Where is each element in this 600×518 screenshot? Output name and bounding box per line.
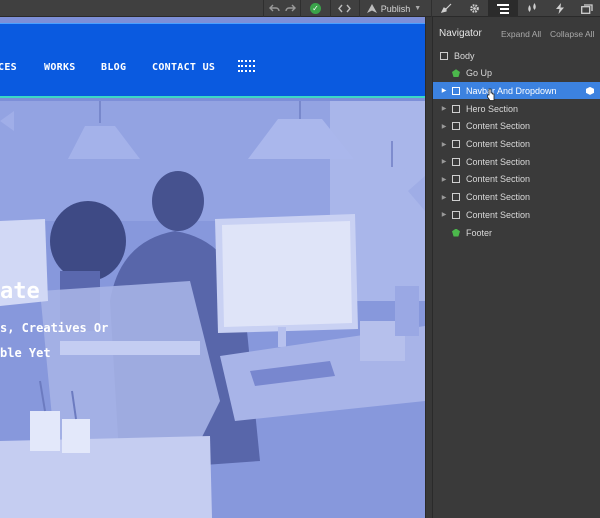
navigator-icon[interactable] <box>488 0 518 17</box>
publish-label: Publish <box>380 3 411 14</box>
hero-subtitle-line-1: s, Creatives Or <box>0 321 109 335</box>
tree-item-label: Content Section <box>466 121 531 132</box>
expand-caret-icon[interactable]: ▶ <box>440 105 448 112</box>
chevron-down-icon: ▼ <box>414 5 422 12</box>
expand-caret-icon[interactable]: ▶ <box>440 141 448 148</box>
navigator-header: Navigator Expand All Collapse All <box>433 17 600 47</box>
top-toolbar: ✓ Publish ▼ <box>0 0 600 17</box>
expand-caret-icon[interactable]: ▶ <box>440 176 448 183</box>
gear-icon[interactable] <box>460 0 488 17</box>
element-box-icon <box>452 175 460 184</box>
expand-caret-icon[interactable]: ▶ <box>440 211 448 218</box>
tree-item-label: Content Section <box>466 156 531 167</box>
element-box-icon <box>452 122 460 131</box>
element-box-icon <box>452 104 460 113</box>
site-navbar[interactable]: CES WORKS BLOG CONTACT US <box>0 23 425 98</box>
code-icon[interactable] <box>331 0 358 17</box>
hamburger-menu-icon[interactable] <box>238 60 255 73</box>
redo-icon[interactable] <box>282 0 298 17</box>
toolbar-separator <box>263 0 264 17</box>
toolbar-separator <box>359 0 360 17</box>
tree-item-content-section[interactable]: ▶ Content Section <box>433 189 600 206</box>
symbol-icon <box>452 69 460 77</box>
tree-item-content-section[interactable]: ▶ Content Section <box>433 153 600 170</box>
panel-title: Navigator <box>439 28 482 39</box>
hero-heading: ate <box>0 279 40 304</box>
tree-item-label: Content Section <box>466 139 531 149</box>
tree-item-label: Content Section <box>466 174 531 185</box>
drops-icon[interactable] <box>518 0 546 17</box>
expand-caret-icon[interactable]: ▶ <box>440 194 448 201</box>
tree-item-label: Content Section <box>466 192 531 203</box>
panel-resize-handle[interactable] <box>425 17 433 518</box>
hero-section[interactable]: ate s, Creatives Or ble Yet <box>0 101 425 518</box>
tree-item-body[interactable]: Body <box>433 47 600 64</box>
tree-item-label: Body <box>454 50 475 61</box>
element-box-icon <box>440 51 448 60</box>
brush-icon[interactable] <box>432 0 460 17</box>
expand-caret-icon[interactable]: ▶ <box>440 158 448 165</box>
component-cube-icon <box>586 86 594 95</box>
hero-background-image <box>0 101 425 518</box>
expand-all-button[interactable]: Expand All <box>501 29 541 39</box>
undo-icon[interactable] <box>266 0 282 17</box>
tree-item-label: Footer <box>466 227 493 238</box>
status-button[interactable]: ✓ <box>302 0 329 17</box>
symbol-icon <box>452 229 460 237</box>
hero-subtitle-line-2: ble Yet <box>0 346 51 360</box>
design-canvas[interactable]: CES WORKS BLOG CONTACT US ate s, Creativ… <box>0 17 425 518</box>
tree-item-label: Go Up <box>466 68 493 79</box>
tree-item-hero-section[interactable]: ▶ Hero Section <box>433 100 600 117</box>
lightning-icon[interactable] <box>546 0 574 17</box>
tree-item-content-section[interactable]: ▶ Content Section <box>433 206 600 223</box>
tree-item-navbar-and-dropdown[interactable]: ▶ Navbar And Dropdown <box>433 82 600 102</box>
nav-link-services[interactable]: CES <box>0 62 17 73</box>
tree-item-label: Navbar And Dropdown <box>466 85 557 96</box>
tree-item-footer[interactable]: Footer <box>433 224 600 241</box>
nav-link-works[interactable]: WORKS <box>44 62 76 73</box>
tree-item-label: Hero Section <box>466 103 519 114</box>
expand-caret-icon[interactable]: ▶ <box>440 123 448 130</box>
element-box-icon <box>452 210 460 219</box>
publish-button[interactable]: Publish ▼ <box>361 0 427 17</box>
nav-link-contact[interactable]: CONTACT US <box>152 62 215 73</box>
tree-item-content-section[interactable]: ▶ Content Section <box>433 171 600 188</box>
assets-icon[interactable] <box>574 0 600 17</box>
nav-link-blog[interactable]: BLOG <box>101 62 126 73</box>
element-box-icon <box>452 157 460 166</box>
toolbar-separator <box>300 0 301 17</box>
navigator-panel: Navigator Expand All Collapse All Body G… <box>433 17 600 518</box>
element-box-icon <box>452 140 460 148</box>
designer-window: ✓ Publish ▼ CES WORKS BLOG CONTACT US at… <box>0 0 600 518</box>
element-box-icon <box>452 86 460 95</box>
tree-item-content-section[interactable]: ▶ Content Section <box>433 118 600 135</box>
expand-caret-icon[interactable]: ▶ <box>440 87 448 94</box>
element-box-icon <box>452 193 460 202</box>
publish-icon <box>366 4 377 13</box>
tree-item-label: Content Section <box>466 209 531 220</box>
collapse-all-button[interactable]: Collapse All <box>550 29 594 39</box>
tree-item-content-section[interactable]: ▶ Content Section <box>433 136 600 153</box>
check-circle-icon: ✓ <box>310 3 321 14</box>
tree-item-go-up[interactable]: Go Up <box>433 65 600 82</box>
